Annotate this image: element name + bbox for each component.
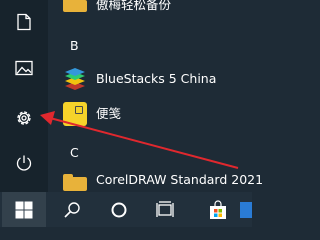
cortana-button[interactable] [97,192,141,227]
task-view-icon [156,200,174,217]
folder-icon [63,0,87,12]
taskbar [0,192,252,227]
bluestacks-icon [65,68,85,90]
app-list: 傲梅轻松备份 B BlueStacks 5 China 便笺 C CorelDR… [48,0,263,192]
app-item-label: BlueStacks 5 China [96,71,217,86]
task-view-button[interactable] [143,192,187,227]
app-item-label: 便笺 [96,106,122,121]
app-item-label: 傲梅轻松备份 [96,0,172,12]
partial-app-icon [240,202,252,218]
gear-icon [17,111,31,125]
document-icon [17,13,31,31]
documents-button[interactable] [0,2,48,42]
taskbar-overflow-edge [236,192,252,227]
folder-icon [63,174,87,191]
section-header-c[interactable]: C [48,140,252,166]
windows-logo-icon [15,201,33,218]
power-icon [16,155,32,171]
image-icon [15,60,33,76]
store-bag-icon [210,199,226,219]
app-item-aomei-backup[interactable]: 傲梅轻松备份 [48,0,252,21]
app-item-bluestacks[interactable]: BlueStacks 5 China [48,63,252,95]
settings-button[interactable] [0,98,48,138]
start-button[interactable] [2,192,46,227]
section-letter: C [70,145,79,160]
pictures-button[interactable] [0,48,48,88]
search-icon [64,201,80,218]
power-button[interactable] [0,143,48,183]
app-item-sticky-notes[interactable]: 便笺 [48,98,252,130]
microsoft-store-button[interactable] [196,192,240,227]
start-menu-left-rail [0,0,48,192]
cortana-circle-icon [111,202,127,217]
section-letter: B [70,38,79,53]
search-button[interactable] [50,192,94,227]
section-header-b[interactable]: B [48,33,252,59]
sticky-notes-icon [63,102,87,126]
